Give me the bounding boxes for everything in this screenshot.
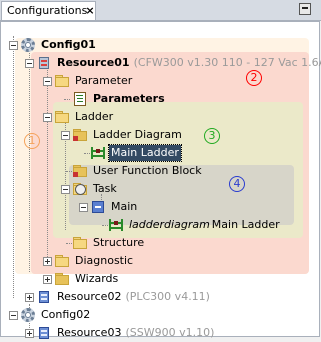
- tree-item-label: Resource02: [57, 290, 122, 303]
- panel-tab-bar: Configurations ×: [0, 0, 321, 21]
- ladder-folder-icon: [72, 127, 88, 143]
- folder-icon: [54, 253, 70, 269]
- tree-item-label: Parameters: [93, 92, 165, 105]
- tree-item-detail: (CFW300 v1.30 110 - 127 Vac 1.6A): [133, 56, 321, 69]
- tree-item-main-ladder-task[interactable]: ladderdiagram Main Ladder: [108, 216, 282, 234]
- tree-item-label: Main Ladder: [211, 218, 280, 231]
- tree-item-config02[interactable]: Config02: [20, 306, 92, 324]
- tab-configurations[interactable]: Configurations ×: [1, 1, 96, 20]
- expander-wizards[interactable]: [43, 275, 52, 284]
- device-icon: [36, 55, 52, 71]
- tree-item-ladder-diagram[interactable]: Ladder Diagram: [72, 126, 184, 144]
- tree-item-structure[interactable]: Structure: [72, 234, 146, 252]
- function-block-folder-icon: [72, 163, 88, 179]
- tree-item-detail: (SSW900 v1.10): [125, 326, 215, 339]
- expander-ladder-diagram[interactable]: [61, 131, 70, 140]
- marker-2: 2: [246, 70, 262, 86]
- marker-3: 3: [204, 128, 220, 144]
- configurations-panel: Configurations × 1 2 3 4 Config01 Resour…: [0, 0, 321, 339]
- tree-item-parameters[interactable]: Parameters: [72, 90, 167, 108]
- configuration-tree[interactable]: 1 2 3 4 Config01 Resource01 (CFW300 v1.3…: [0, 21, 321, 339]
- expander-config01[interactable]: [9, 41, 18, 50]
- clock-icon: [72, 181, 88, 197]
- device-icon: [36, 289, 52, 305]
- tree-item-resource01[interactable]: Resource01 (CFW300 v1.30 110 - 127 Vac 1…: [36, 54, 321, 72]
- tree-item-label: Parameter: [75, 74, 133, 87]
- expander-parameter[interactable]: [43, 77, 52, 86]
- tree-item-label: Task: [93, 182, 117, 195]
- tree-item-ladder[interactable]: Ladder: [54, 108, 115, 126]
- tree-item-label: Resource03: [57, 326, 122, 339]
- device-icon: [36, 325, 52, 341]
- tree-item-main-ladder[interactable]: Main Ladder: [90, 144, 182, 162]
- tree-item-label: Ladder: [75, 110, 114, 123]
- folder-icon: [54, 109, 70, 125]
- tree-item-detail: (PLC300 v4.11): [125, 290, 210, 303]
- tree-item-label: Ladder Diagram: [93, 128, 182, 141]
- marker-1: 1: [24, 133, 40, 149]
- tree-item-task[interactable]: Task: [72, 180, 119, 198]
- tree-item-diagnostic[interactable]: Diagnostic: [54, 252, 135, 270]
- tree-item-label: Config02: [41, 308, 91, 321]
- tree-item-user-function-block[interactable]: User Function Block: [72, 162, 204, 180]
- ladder-icon: [108, 217, 124, 233]
- tree-item-wizards[interactable]: Wizards: [54, 270, 120, 288]
- parameter-list-icon: [72, 91, 88, 107]
- tree-item-label: Config01: [41, 38, 96, 51]
- tree-item-config01[interactable]: Config01: [20, 36, 98, 54]
- expander-resource03[interactable]: [25, 329, 34, 338]
- tree-item-label: Resource01: [57, 56, 130, 69]
- tree-item-label: Wizards: [75, 272, 119, 285]
- tree-item-label: Main: [111, 200, 138, 213]
- expander-main-task[interactable]: [79, 203, 88, 212]
- ladder-icon: [90, 145, 106, 161]
- wizard-folder-icon: [54, 271, 70, 287]
- marker-4: 4: [229, 176, 245, 192]
- tree-item-parameter[interactable]: Parameter: [54, 72, 134, 90]
- tree-item-label: Diagnostic: [75, 254, 134, 267]
- tab-label: Configurations: [7, 4, 88, 17]
- tree-item-resource03[interactable]: Resource03 (SSW900 v1.10): [36, 324, 216, 342]
- tree-item-resource02[interactable]: Resource02 (PLC300 v4.11): [36, 288, 212, 306]
- expander-task[interactable]: [61, 185, 70, 194]
- folder-icon: [72, 235, 88, 251]
- tree-item-label: Structure: [93, 236, 145, 249]
- tree-item-main-task[interactable]: Main: [90, 198, 139, 216]
- close-icon[interactable]: ×: [85, 2, 95, 19]
- expander-ladder[interactable]: [43, 113, 52, 122]
- gear-icon: [20, 37, 36, 53]
- minimize-panel-button[interactable]: [299, 3, 311, 15]
- expander-config02[interactable]: [9, 311, 18, 320]
- tree-item-prefix: ladderdiagram: [129, 218, 210, 231]
- gear-icon: [20, 307, 36, 323]
- expander-diagnostic[interactable]: [43, 257, 52, 266]
- folder-icon: [54, 73, 70, 89]
- program-icon: [90, 199, 106, 215]
- expander-resource02[interactable]: [25, 293, 34, 302]
- expander-resource01[interactable]: [25, 59, 34, 68]
- tree-item-label: User Function Block: [93, 164, 202, 177]
- tree-item-label: Main Ladder: [108, 144, 182, 162]
